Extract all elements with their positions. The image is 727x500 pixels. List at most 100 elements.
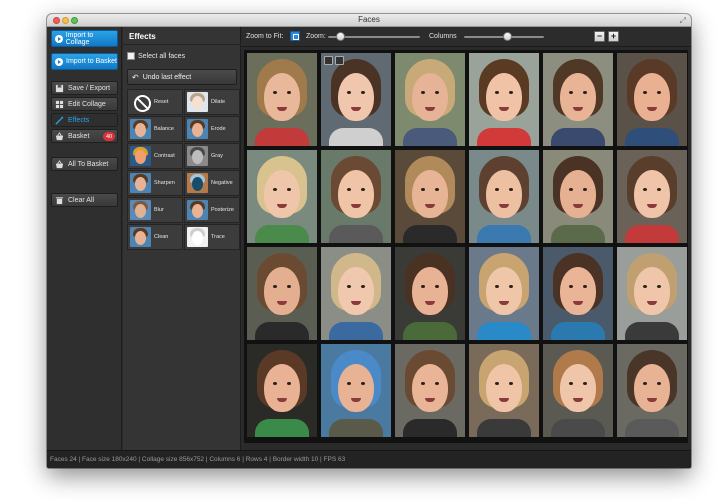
face-photo[interactable]: [321, 53, 391, 146]
face-photo[interactable]: [395, 344, 465, 437]
face-photo[interactable]: [395, 150, 465, 243]
effect-posterize-button[interactable]: Posterize: [184, 197, 240, 223]
face-photo[interactable]: [247, 247, 317, 340]
effect-label: Negative: [211, 180, 233, 186]
arrow-icon: [55, 34, 63, 43]
zoom-to-fit-button[interactable]: [290, 31, 300, 41]
shirt: [403, 225, 457, 243]
effect-preview-thumbnail: [130, 200, 151, 220]
face: [338, 170, 374, 218]
effect-clean-button[interactable]: Clean: [127, 224, 183, 250]
face-photo[interactable]: [395, 247, 465, 340]
import-to-collage-button[interactable]: Import to Collage: [51, 30, 118, 47]
effects-label: Effects: [68, 116, 90, 124]
all-to-basket-label: All To Basket: [68, 160, 109, 168]
decrease-columns-button[interactable]: −: [594, 31, 605, 42]
import-to-basket-button[interactable]: Import to Basket: [51, 53, 118, 70]
shirt: [255, 225, 309, 243]
status-bar: Faces 24 | Face size 180x240 | Collage s…: [47, 450, 691, 468]
prohibited-icon: [134, 95, 151, 112]
zoom-to-fit-label: Zoom to Fit:: [246, 33, 284, 40]
face-photo[interactable]: [321, 344, 391, 437]
face-photo[interactable]: [469, 53, 539, 146]
face-photo[interactable]: [617, 344, 687, 437]
eye: [273, 382, 277, 385]
eye: [583, 188, 587, 191]
face-photo[interactable]: [321, 150, 391, 243]
effect-preview-thumbnail: [187, 227, 208, 247]
eye: [361, 285, 365, 288]
face-photo[interactable]: [469, 344, 539, 437]
thumbnail-face: [192, 96, 203, 110]
face-photo[interactable]: [395, 53, 465, 146]
face-photo[interactable]: [247, 53, 317, 146]
zoom-slider[interactable]: [328, 32, 420, 41]
effect-label: Posterize: [211, 207, 234, 213]
effects-button[interactable]: Effects: [51, 113, 118, 127]
effect-label: Gray: [211, 153, 223, 159]
thumbnail-face: [192, 150, 203, 164]
face-photo[interactable]: [543, 53, 613, 146]
face-photo[interactable]: [617, 150, 687, 243]
effect-blur-button[interactable]: Blur: [127, 197, 183, 223]
effect-balance-button[interactable]: Balance: [127, 116, 183, 142]
save-export-button[interactable]: Save / Export: [51, 81, 118, 95]
effect-negative-button[interactable]: Negative: [184, 170, 240, 196]
basket-label: Basket: [68, 132, 90, 140]
effect-reset-button[interactable]: Reset: [127, 89, 183, 115]
face-photo[interactable]: [543, 150, 613, 243]
grid-icon: [55, 100, 64, 108]
photo-actions: [324, 56, 344, 65]
eye: [643, 91, 647, 94]
increase-columns-button[interactable]: +: [608, 31, 619, 42]
eye: [287, 91, 291, 94]
face-photo[interactable]: [247, 344, 317, 437]
shirt: [403, 128, 457, 146]
effect-erode-button[interactable]: Erode: [184, 116, 240, 142]
effect-trace-button[interactable]: Trace: [184, 224, 240, 250]
edit-collage-button[interactable]: Edit Collage: [51, 97, 118, 111]
undo-icon: ↶: [132, 72, 139, 82]
shirt: [403, 419, 457, 437]
rotate-icon[interactable]: [324, 56, 333, 65]
face: [634, 73, 670, 121]
eye: [287, 188, 291, 191]
select-all-row[interactable]: Select all faces: [127, 52, 185, 60]
eye: [421, 188, 425, 191]
select-all-checkbox[interactable]: [127, 52, 135, 60]
effect-preview-thumbnail: [187, 200, 208, 220]
face-photo[interactable]: [247, 150, 317, 243]
thumbnail-face: [135, 204, 146, 218]
face-photo[interactable]: [617, 53, 687, 146]
columns-slider[interactable]: [464, 32, 544, 41]
effect-gray-button[interactable]: Gray: [184, 143, 240, 169]
face-photo[interactable]: [543, 247, 613, 340]
eye: [509, 91, 513, 94]
face: [486, 170, 522, 218]
face: [338, 73, 374, 121]
all-to-basket-button[interactable]: All To Basket: [51, 157, 118, 171]
face-photo[interactable]: [543, 344, 613, 437]
fullscreen-icon[interactable]: ⤢: [680, 16, 686, 26]
effect-label: Sharpen: [154, 180, 175, 186]
columns-slider-knob[interactable]: [503, 32, 513, 41]
effect-preview-thumbnail: [187, 173, 208, 193]
effect-contrast-button[interactable]: Contrast: [127, 143, 183, 169]
face-photo[interactable]: [617, 247, 687, 340]
image-icon[interactable]: [335, 56, 344, 65]
effect-sharpen-button[interactable]: Sharpen: [127, 170, 183, 196]
clear-all-button[interactable]: Clear All: [51, 193, 118, 207]
eye: [495, 188, 499, 191]
edit-collage-label: Edit Collage: [68, 100, 106, 108]
eye: [509, 382, 513, 385]
face-photo[interactable]: [321, 247, 391, 340]
title-bar: Faces ⤢: [47, 14, 691, 27]
shirt: [477, 419, 531, 437]
undo-last-effect-button[interactable]: ↶ Undo last effect: [127, 69, 237, 85]
effect-dilate-button[interactable]: Dilate: [184, 89, 240, 115]
basket-button[interactable]: Basket 40: [51, 129, 118, 143]
thumbnail-face: [135, 231, 146, 245]
face-photo[interactable]: [469, 150, 539, 243]
zoom-slider-knob[interactable]: [336, 32, 346, 41]
face-photo[interactable]: [469, 247, 539, 340]
